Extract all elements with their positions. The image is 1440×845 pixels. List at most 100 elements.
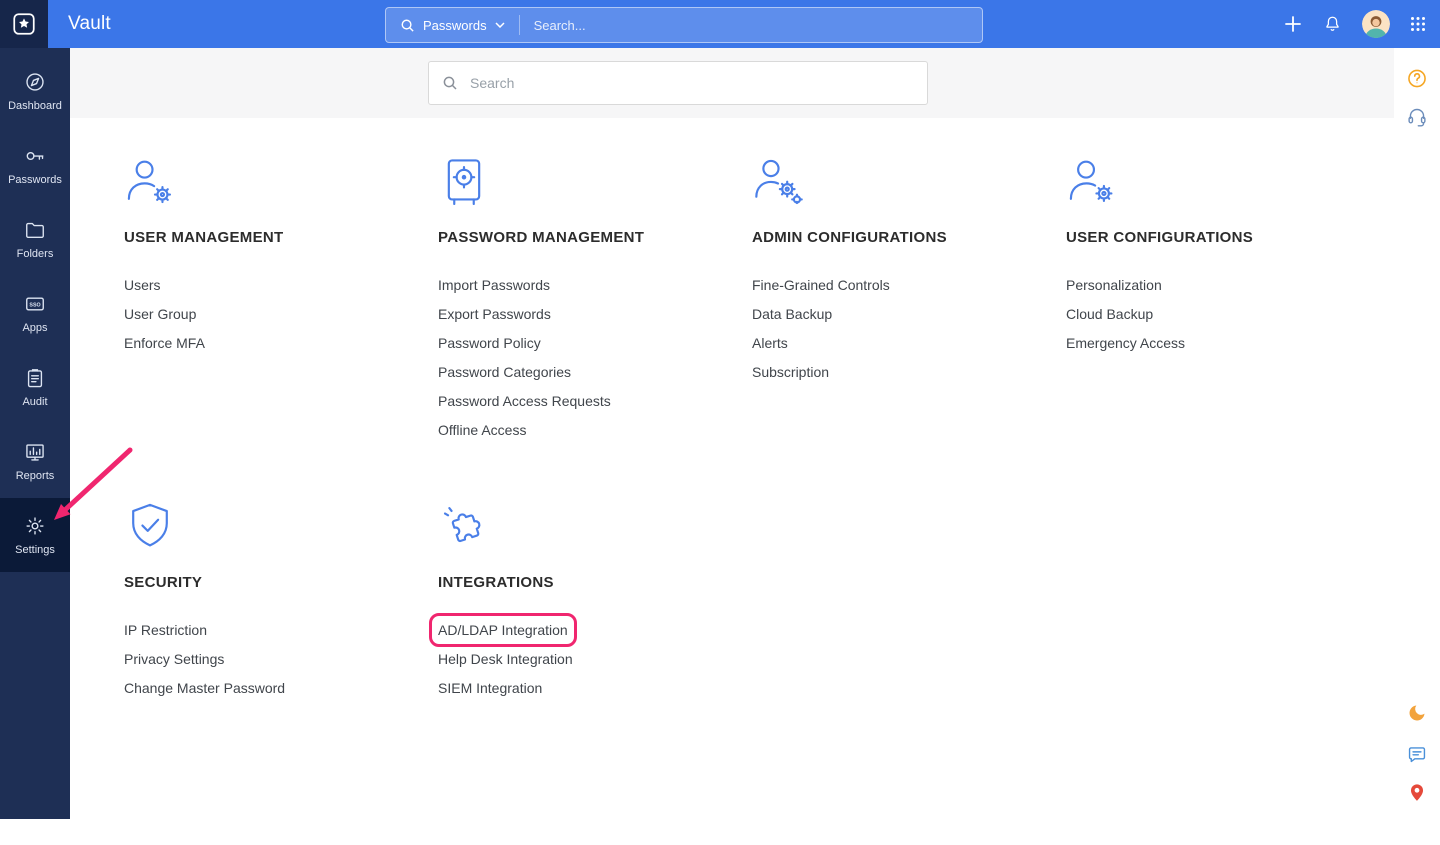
settings-link-users[interactable]: Users xyxy=(124,270,438,299)
dashboard-compass-icon xyxy=(24,71,46,93)
sidebar-item-dashboard[interactable]: Dashboard xyxy=(0,54,70,128)
search-scope-dropdown[interactable]: Passwords xyxy=(386,8,519,42)
sidebar-item-label: Reports xyxy=(16,470,55,482)
settings-search-input[interactable] xyxy=(468,74,914,92)
sidebar-item-label: Dashboard xyxy=(8,100,62,112)
sidebar-item-reports[interactable]: Reports xyxy=(0,424,70,498)
settings-link-help-desk-integration[interactable]: Help Desk Integration xyxy=(438,644,752,673)
vault-logo-icon xyxy=(11,11,37,37)
settings-link-password-categories[interactable]: Password Categories xyxy=(438,357,752,386)
link-label: Alerts xyxy=(752,335,788,351)
sso-apps-icon: SSO xyxy=(24,293,46,315)
sidebar-item-label: Settings xyxy=(15,544,55,556)
category-title: SECURITY xyxy=(124,574,438,591)
sidebar-item-audit[interactable]: Audit xyxy=(0,350,70,424)
night-mode-icon[interactable] xyxy=(1407,703,1427,723)
sidebar-item-apps[interactable]: SSO Apps xyxy=(0,276,70,350)
security-shield-icon xyxy=(124,500,438,552)
settings-link-change-master-password[interactable]: Change Master Password xyxy=(124,673,438,702)
sidebar-item-settings[interactable]: Settings xyxy=(0,498,70,572)
settings-link-export-passwords[interactable]: Export Passwords xyxy=(438,299,752,328)
user-configurations-icon xyxy=(1066,155,1380,207)
right-rail xyxy=(1394,48,1440,819)
link-label: Password Policy xyxy=(438,335,541,351)
add-icon[interactable] xyxy=(1283,14,1303,34)
apps-grid-icon[interactable] xyxy=(1410,16,1426,32)
settings-link-fine-grained-controls[interactable]: Fine-Grained Controls xyxy=(752,270,1066,299)
category-title: USER MANAGEMENT xyxy=(124,229,438,246)
link-label: Data Backup xyxy=(752,306,832,322)
admin-configurations-icon xyxy=(752,155,1066,207)
feedback-chat-icon[interactable] xyxy=(1407,744,1428,765)
category-title: ADMIN CONFIGURATIONS xyxy=(752,229,1066,246)
key-icon xyxy=(24,145,46,167)
search-scope-label: Passwords xyxy=(423,18,487,33)
settings-category-security: SECURITY IP Restriction Privacy Settings Ch… xyxy=(124,500,438,845)
link-label: Users xyxy=(124,277,161,293)
settings-page: USER MANAGEMENT Users User Group Enforce MF… xyxy=(70,48,1394,819)
settings-link-siem-integration[interactable]: SIEM Integration xyxy=(438,673,752,702)
reports-chart-icon xyxy=(24,441,46,463)
category-links: Fine-Grained Controls Data Backup Alerts Su… xyxy=(752,270,1066,386)
settings-category-user-management: USER MANAGEMENT Users User Group Enforce MF… xyxy=(124,155,438,500)
settings-gear-icon xyxy=(24,515,46,537)
settings-link-offline-access[interactable]: Offline Access xyxy=(438,415,752,444)
audit-clipboard-icon xyxy=(24,367,46,389)
integrations-puzzle-icon xyxy=(438,500,752,552)
support-headset-icon[interactable] xyxy=(1407,106,1428,127)
settings-link-ad-ldap-integration[interactable]: AD/LDAP Integration xyxy=(438,615,752,644)
settings-link-privacy-settings[interactable]: Privacy Settings xyxy=(124,644,438,673)
link-label: Change Master Password xyxy=(124,680,285,696)
settings-link-subscription[interactable]: Subscription xyxy=(752,357,1066,386)
category-title: USER CONFIGURATIONS xyxy=(1066,229,1380,246)
settings-link-enforce-mfa[interactable]: Enforce MFA xyxy=(124,328,438,357)
sidebar-item-label: Audit xyxy=(22,396,47,408)
category-title: PASSWORD MANAGEMENT xyxy=(438,229,752,246)
settings-grid: USER MANAGEMENT Users User Group Enforce MF… xyxy=(70,118,1394,845)
settings-link-ip-restriction[interactable]: IP Restriction xyxy=(124,615,438,644)
chevron-down-icon xyxy=(495,22,505,28)
settings-link-password-policy[interactable]: Password Policy xyxy=(438,328,752,357)
user-avatar[interactable] xyxy=(1362,10,1390,38)
settings-link-user-group[interactable]: User Group xyxy=(124,299,438,328)
vault-logo[interactable] xyxy=(0,0,48,48)
link-label: Offline Access xyxy=(438,422,526,438)
settings-link-cloud-backup[interactable]: Cloud Backup xyxy=(1066,299,1380,328)
settings-category-admin-configurations: ADMIN CONFIGURATIONS Fine-Grained Control… xyxy=(752,155,1066,500)
settings-link-password-access-requests[interactable]: Password Access Requests xyxy=(438,386,752,415)
help-icon[interactable] xyxy=(1407,68,1428,89)
sidebar-item-folders[interactable]: Folders xyxy=(0,202,70,276)
bell-icon[interactable] xyxy=(1323,14,1342,34)
link-label: User Group xyxy=(124,306,196,322)
search-icon xyxy=(442,75,458,91)
svg-text:SSO: SSO xyxy=(29,302,40,308)
settings-link-personalization[interactable]: Personalization xyxy=(1066,270,1380,299)
category-links: IP Restriction Privacy Settings Change Mas… xyxy=(124,615,438,702)
settings-link-data-backup[interactable]: Data Backup xyxy=(752,299,1066,328)
link-label: Emergency Access xyxy=(1066,335,1185,351)
link-label: Subscription xyxy=(752,364,829,380)
folder-icon xyxy=(24,219,46,241)
search-icon xyxy=(400,18,415,33)
app-header: Vault Passwords xyxy=(0,0,1440,48)
sidebar-item-label: Apps xyxy=(22,322,47,334)
link-label: Password Categories xyxy=(438,364,571,380)
global-search-bar: Passwords xyxy=(385,7,983,43)
link-label: Privacy Settings xyxy=(124,651,224,667)
settings-link-emergency-access[interactable]: Emergency Access xyxy=(1066,328,1380,357)
link-label: Password Access Requests xyxy=(438,393,611,409)
user-management-icon xyxy=(124,155,438,207)
link-label: Fine-Grained Controls xyxy=(752,277,890,293)
sidebar-item-passwords[interactable]: Passwords xyxy=(0,128,70,202)
link-label: Help Desk Integration xyxy=(438,651,573,667)
settings-search-band xyxy=(70,48,1394,118)
sidebar-nav: Dashboard PasswordsFolders SSO Apps Audit Rep… xyxy=(0,48,70,819)
settings-link-import-passwords[interactable]: Import Passwords xyxy=(438,270,752,299)
header-actions xyxy=(1283,10,1440,38)
global-search-input[interactable] xyxy=(520,18,982,33)
location-pin-icon[interactable] xyxy=(1408,782,1427,803)
category-links: Import PasswordsExport Passwords Password… xyxy=(438,270,752,444)
settings-category-integrations: INTEGRATIONSAD/LDAP IntegrationHelp Desk… xyxy=(438,500,752,845)
password-safe-icon xyxy=(438,155,752,207)
settings-link-alerts[interactable]: Alerts xyxy=(752,328,1066,357)
